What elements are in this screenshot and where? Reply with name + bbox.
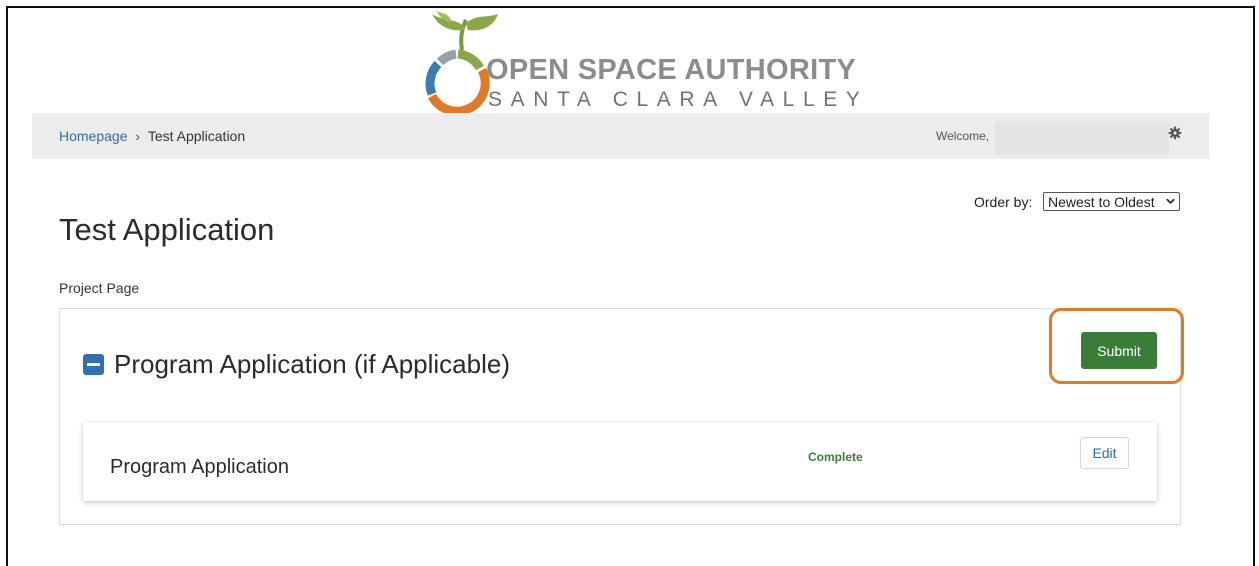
submit-button[interactable]: Submit (1081, 332, 1157, 369)
seedling-icon (432, 10, 498, 51)
breadcrumb-separator: › (135, 129, 140, 144)
chevron-down-icon (1166, 198, 1175, 204)
status-badge: Complete (808, 450, 863, 464)
top-navbar: Homepage › Test Application Welcome, (32, 113, 1209, 159)
logo-title: OPEN SPACE AUTHORITY (486, 54, 857, 86)
breadcrumb: Homepage › Test Application (59, 128, 245, 144)
user-name-redacted (995, 121, 1169, 155)
page-title: Test Application (59, 212, 275, 247)
order-by-selected-value: Newest to Oldest (1048, 194, 1155, 210)
breadcrumb-current: Test Application (147, 128, 246, 144)
application-item-card: Program Application Complete Edit (83, 422, 1157, 501)
application-item-title: Program Application (110, 456, 289, 478)
edit-button[interactable]: Edit (1080, 437, 1129, 469)
section-title: Program Application (if Applicable) (114, 349, 510, 379)
order-by-select[interactable]: Newest to Oldest (1043, 192, 1180, 211)
welcome-label: Welcome, (936, 129, 990, 143)
order-by-label: Order by: (974, 194, 1033, 210)
page-subtitle: Project Page (59, 280, 140, 296)
collapse-minus-icon[interactable] (83, 354, 104, 375)
gear-icon[interactable] (1168, 126, 1182, 140)
breadcrumb-homepage-link[interactable]: Homepage (59, 128, 128, 144)
logo-subtitle: SANTA CLARA VALLEY (488, 88, 869, 111)
ring-mark (425, 49, 490, 116)
